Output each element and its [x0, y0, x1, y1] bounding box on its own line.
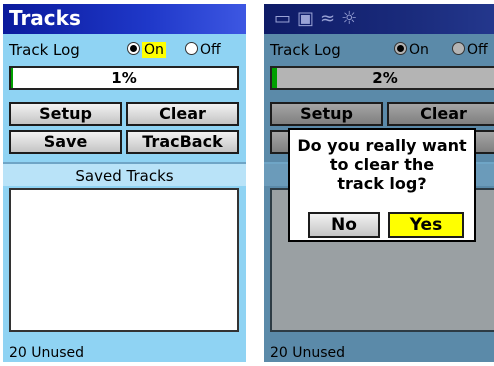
radio-unchecked-icon	[452, 42, 465, 55]
radio-checked-icon	[127, 42, 140, 55]
radio-checked-icon	[394, 42, 407, 55]
track-log-on-radio[interactable]: On	[392, 41, 431, 59]
track-log-off-radio[interactable]: Off	[450, 41, 490, 59]
tracback-button[interactable]: TracBack	[126, 130, 239, 154]
status-bar: ▭▣≈☼	[264, 4, 494, 34]
off-label: Off	[200, 42, 221, 58]
status-icons: ▭▣≈☼	[274, 8, 363, 29]
dialog-message: Do you really want to clear the track lo…	[297, 136, 467, 193]
no-button[interactable]: No	[308, 212, 380, 238]
confirm-clear-dialog: Do you really want to clear the track lo…	[288, 128, 476, 242]
page-title: Tracks	[9, 6, 81, 30]
2d-fix-icon: ▣	[297, 8, 321, 29]
satellite-icon: ▭	[274, 8, 298, 29]
unused-count: 20 Unused	[270, 345, 346, 361]
track-log-on-radio[interactable]: On	[125, 41, 168, 59]
yes-button[interactable]: Yes	[388, 212, 464, 238]
track-log-label: Track Log	[270, 41, 341, 59]
track-icon: ≈	[320, 8, 342, 29]
unused-count: 20 Unused	[9, 345, 85, 361]
track-log-label: Track Log	[9, 41, 80, 59]
radio-unchecked-icon	[185, 42, 198, 55]
setup-button[interactable]: Setup	[270, 102, 383, 126]
progress-percent: 2%	[372, 69, 398, 87]
on-label: On	[142, 42, 166, 58]
tracks-screen-confirm: ▭▣≈☼ Track Log On Off 2% Setup Clear 20 …	[264, 4, 494, 362]
setup-button[interactable]: Setup	[9, 102, 122, 126]
backlight-icon: ☼	[341, 8, 364, 29]
progress-percent: 1%	[111, 69, 137, 87]
on-label: On	[409, 42, 429, 58]
track-log-progress-bar: 2%	[270, 66, 494, 90]
clear-button[interactable]: Clear	[387, 102, 494, 126]
title-bar: Tracks	[3, 4, 246, 34]
saved-tracks-list[interactable]	[9, 188, 239, 332]
clear-button[interactable]: Clear	[126, 102, 239, 126]
save-button[interactable]: Save	[9, 130, 122, 154]
saved-tracks-header: Saved Tracks	[3, 162, 246, 186]
off-label: Off	[467, 42, 488, 58]
track-log-off-radio[interactable]: Off	[183, 41, 223, 59]
track-log-progress-bar: 1%	[9, 66, 239, 90]
tracks-screen: Tracks Track Log On Off 1% Setup Clear S…	[3, 4, 246, 362]
